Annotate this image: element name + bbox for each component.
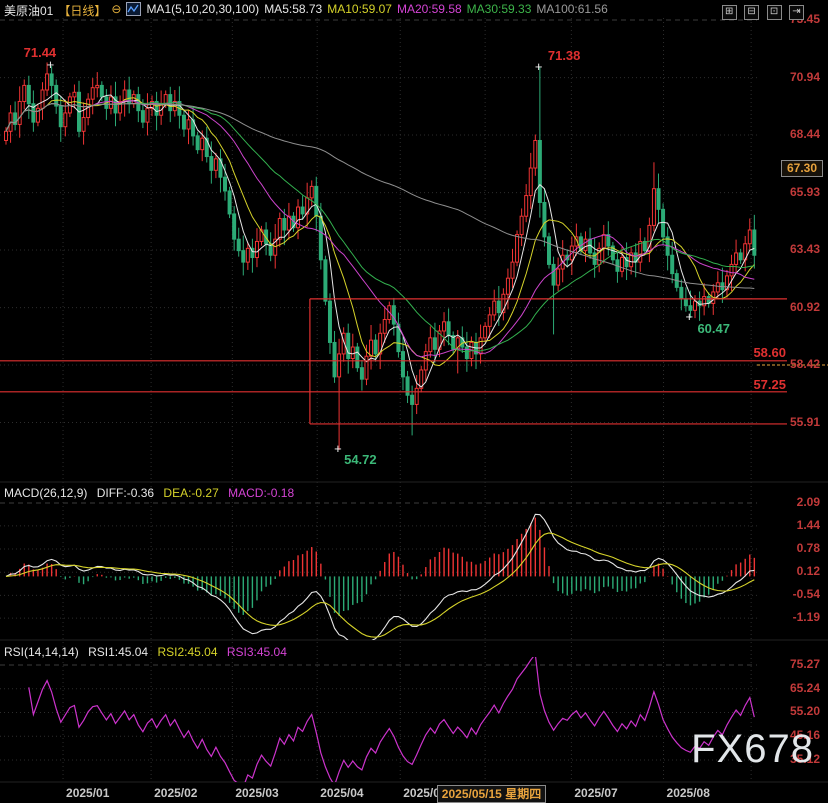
macd-macd-value: MACD:-0.18 bbox=[228, 486, 294, 500]
swing-price-label: 71.38 bbox=[548, 48, 581, 63]
macd-axis-label: -0.54 bbox=[762, 587, 820, 602]
swing-price-label: 60.47 bbox=[697, 321, 730, 336]
macd-dea-value: DEA:-0.27 bbox=[163, 486, 218, 500]
support-line-label-1: 58.60 bbox=[744, 345, 786, 360]
rsi-header: RSI(14,14,14) RSI1:45.04 RSI2:45.04 RSI3… bbox=[4, 645, 293, 659]
price-axis-label: 68.44 bbox=[762, 127, 820, 142]
ma30-value: MA30:59.33 bbox=[467, 2, 532, 16]
rsi-line bbox=[29, 654, 755, 787]
x-axis-label: 2025/07 bbox=[574, 786, 617, 801]
ma30-line bbox=[6, 103, 754, 352]
support-line-label-2: 57.25 bbox=[744, 377, 786, 392]
swing-price-label: 54.72 bbox=[344, 452, 377, 467]
panel-add-icon[interactable]: ⊡ bbox=[767, 5, 782, 20]
macd-axis-label: 2.09 bbox=[762, 495, 820, 510]
panel-minus-icon[interactable]: ⊟ bbox=[744, 5, 759, 20]
swing-cross-marker: + bbox=[535, 59, 543, 74]
rsi-axis-label: 75.27 bbox=[762, 657, 820, 672]
x-axis-label: 2025/04 bbox=[320, 786, 363, 801]
ma5-value: MA5:58.73 bbox=[264, 2, 322, 16]
collapse-icon[interactable]: ⊖ bbox=[111, 2, 121, 16]
rsi3-value: RSI3:45.04 bbox=[227, 645, 287, 659]
ma100-value: MA100:61.56 bbox=[536, 2, 607, 16]
rsi-params: RSI(14,14,14) bbox=[4, 645, 79, 659]
price-axis-label: 60.92 bbox=[762, 300, 820, 315]
ma10-value: MA10:59.07 bbox=[327, 2, 392, 16]
ma20-line bbox=[6, 101, 754, 357]
x-axis-label: 2025/02 bbox=[154, 786, 197, 801]
ma-settings-label: MA1(5,10,20,30,100) bbox=[146, 2, 259, 16]
chart-canvas[interactable] bbox=[0, 0, 828, 803]
symbol-name: 美原油01 bbox=[4, 4, 53, 18]
macd-axis-label: 0.78 bbox=[762, 541, 820, 556]
fx678-watermark: FX678 bbox=[691, 742, 814, 757]
macd-axis-label: 1.44 bbox=[762, 518, 820, 533]
rsi-layer bbox=[29, 654, 755, 787]
x-axis-label: 2025/03 bbox=[235, 786, 278, 801]
indicator-chart-icon[interactable] bbox=[126, 2, 141, 16]
expand-right-icon[interactable]: ⇥ bbox=[789, 5, 804, 20]
swing-cross-marker: + bbox=[334, 441, 342, 456]
rsi-axis-label: 65.24 bbox=[762, 681, 820, 696]
price-axis-label: 63.43 bbox=[762, 242, 820, 257]
x-axis-label: 2025/01 bbox=[66, 786, 109, 801]
rsi1-value: RSI1:45.04 bbox=[88, 645, 148, 659]
period-label[interactable]: 【日线】 bbox=[58, 4, 106, 18]
swing-price-label: 71.44 bbox=[24, 45, 57, 60]
macd-diff-value: DIFF:-0.36 bbox=[97, 486, 154, 500]
macd-layer bbox=[6, 514, 754, 646]
macd-axis-label: -1.19 bbox=[762, 610, 820, 625]
rsi2-value: RSI2:45.04 bbox=[157, 645, 217, 659]
trading-app: { "colors":{"up":"#ef3434","down":"#2cab… bbox=[0, 0, 828, 803]
macd-header: MACD(26,12,9) DIFF:-0.36 DEA:-0.27 MACD:… bbox=[4, 486, 300, 500]
ma20-value: MA20:59.58 bbox=[397, 2, 462, 16]
macd-params: MACD(26,12,9) bbox=[4, 486, 87, 500]
price-axis-label: 70.94 bbox=[762, 70, 820, 85]
swing-cross-marker: + bbox=[685, 309, 693, 324]
rsi-axis-label: 55.20 bbox=[762, 704, 820, 719]
price-axis-label: 55.91 bbox=[762, 415, 820, 430]
layout-grid-icon[interactable]: ⊞ bbox=[722, 5, 737, 20]
macd-axis-label: 0.12 bbox=[762, 564, 820, 579]
cursor-date-badge: 2025/05/15 星期四 bbox=[437, 785, 546, 803]
x-axis-label: 2025/08 bbox=[667, 786, 710, 801]
chart-header: 美原油01 【日线】 ⊖ MA1(5,10,20,30,100) MA5:58.73 MA… bbox=[4, 2, 613, 17]
price-axis-label: 65.93 bbox=[762, 185, 820, 200]
chart-toolbar: ⊞ ⊟ ⊡ ⇥ bbox=[719, 1, 804, 20]
cursor-price-badge: 67.30 bbox=[781, 160, 823, 177]
